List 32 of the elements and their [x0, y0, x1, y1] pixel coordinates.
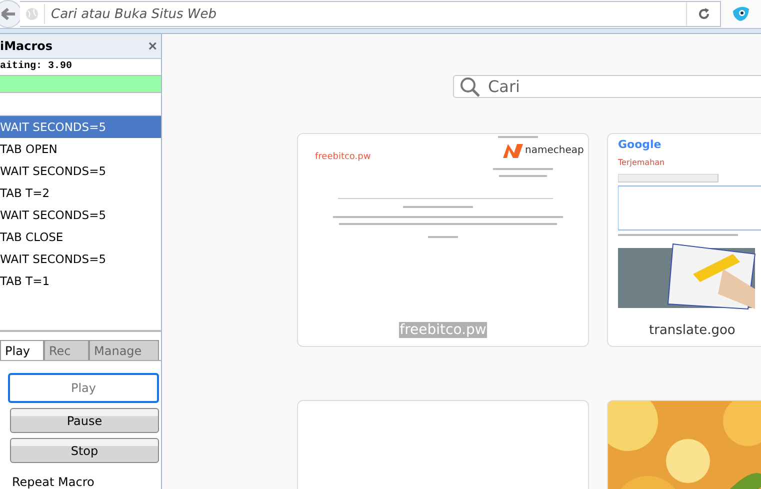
site-tile[interactable]: Google Terjemahan translate.goo — [607, 133, 761, 347]
panel-tab[interactable]: Rec — [44, 340, 89, 360]
site-tile[interactable]: freebitco.pw namecheap freebitco.pw — [297, 133, 589, 347]
globe-icon — [25, 7, 39, 21]
site-heading: Terjemahan — [618, 158, 665, 167]
repeat-label: Repeat Macro — [12, 475, 96, 489]
tile-title: translate.goo — [648, 322, 736, 338]
macro-button[interactable]: Stop — [10, 438, 159, 463]
site-heading: freebitco.pw — [315, 152, 371, 162]
panel-title: iMacros — [0, 39, 53, 54]
brand-text: Google — [618, 138, 662, 151]
tile-title: freebitco.pw — [398, 322, 488, 338]
brand-text: namecheap — [525, 145, 584, 156]
search-icon — [460, 76, 480, 96]
panel-tab[interactable]: Play — [0, 340, 44, 360]
close-button[interactable]: × — [148, 38, 157, 55]
macro-line[interactable]: TAB CLOSE — [0, 226, 161, 248]
eye-icon — [732, 6, 750, 22]
reload-icon — [698, 8, 710, 20]
macro-line[interactable]: WAIT SECONDS=5 — [0, 204, 161, 226]
address-bar[interactable]: Cari atau Buka Situs Web — [20, 1, 721, 27]
macro-line[interactable]: WAIT SECONDS=5 — [0, 248, 161, 270]
macro-line[interactable]: TAB T=2 — [0, 182, 161, 204]
search-box[interactable]: Cari — [453, 75, 761, 98]
macro-line[interactable]: WAIT SECONDS=5 — [0, 160, 161, 182]
logo-icon — [503, 144, 523, 158]
back-arrow-icon — [1, 8, 15, 20]
back-button[interactable] — [0, 0, 22, 28]
macro-line[interactable]: TAB T=1 — [0, 270, 161, 292]
panel-tab[interactable]: Manage — [89, 340, 159, 360]
macro-line[interactable]: TAB OPEN — [0, 138, 161, 160]
macro-button[interactable]: Pause — [10, 408, 159, 433]
